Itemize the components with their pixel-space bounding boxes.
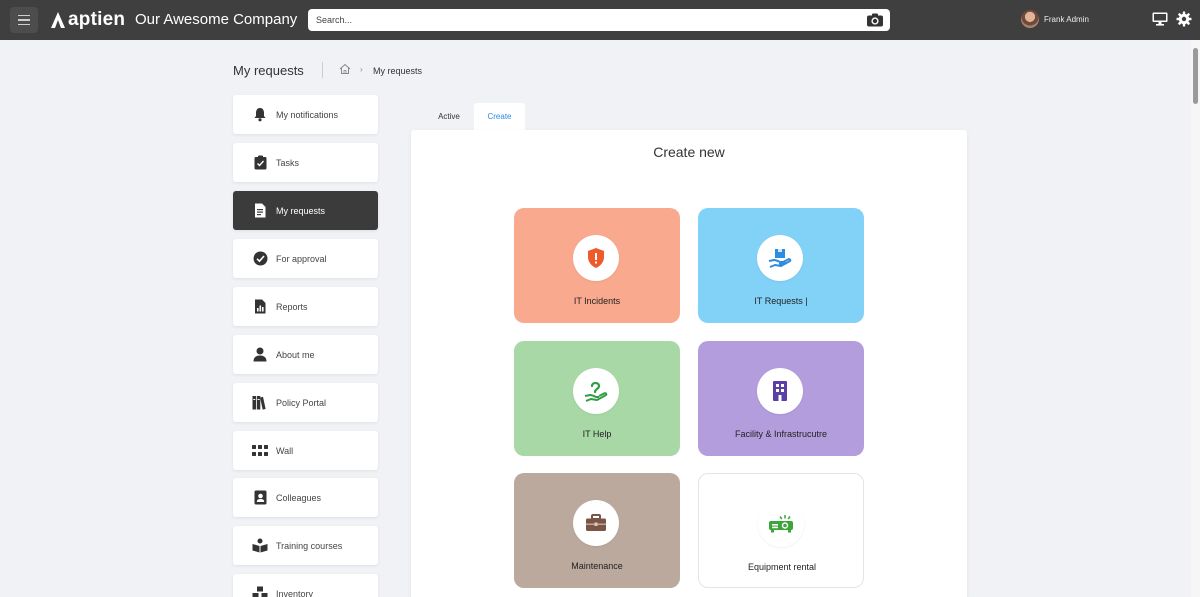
- projector-icon: [769, 515, 793, 533]
- search-input[interactable]: [308, 9, 848, 31]
- create-new-panel: Create new IT Incidents IT Requests | IT…: [411, 130, 967, 597]
- breadcrumb-separator: ›: [360, 65, 363, 74]
- page-scrollbar[interactable]: [1191, 40, 1200, 597]
- card-icon-circle: [757, 368, 803, 414]
- panel-title: Create new: [653, 144, 725, 160]
- clipboard-check-icon: [252, 155, 268, 171]
- card-label: IT Help: [582, 429, 612, 439]
- sidebar-item-inventory[interactable]: Inventory: [233, 574, 378, 597]
- card-label: Maintenance: [571, 561, 623, 571]
- logo-text: aptien: [68, 9, 126, 30]
- boxes-icon: [252, 586, 268, 597]
- books-icon: [252, 395, 268, 411]
- avatar: [1021, 10, 1039, 28]
- card-facility-infrastructure[interactable]: Facility & Infrastrucutre: [698, 341, 864, 456]
- sidebar-item-label: About me: [276, 349, 315, 360]
- sidebar-item-label: Training courses: [276, 540, 343, 551]
- scrollbar-thumb[interactable]: [1193, 48, 1198, 104]
- bell-icon: [252, 107, 268, 123]
- app-logo[interactable]: aptien: [50, 8, 125, 32]
- sidebar-item-label: My requests: [276, 205, 326, 216]
- company-name: Our Awesome Company: [135, 11, 298, 28]
- check-circle-icon: [252, 251, 268, 267]
- sidebar-item-label: For approval: [276, 253, 327, 264]
- sidebar-item-tasks[interactable]: Tasks: [233, 143, 378, 182]
- person-icon: [252, 347, 268, 363]
- hand-box-icon: [768, 249, 792, 268]
- monitor-icon[interactable]: [1152, 12, 1168, 26]
- report-icon: [252, 299, 268, 315]
- card-it-requests[interactable]: IT Requests |: [698, 208, 864, 323]
- user-name: Frank Admin: [1044, 14, 1089, 24]
- sidebar-item-policy-portal[interactable]: Policy Portal: [233, 383, 378, 422]
- grid-icon: [252, 443, 268, 459]
- document-icon: [252, 203, 268, 219]
- sidebar-item-label: Inventory: [276, 588, 314, 597]
- sidebar-item-about-me[interactable]: About me: [233, 335, 378, 374]
- sidebar-item-my-requests[interactable]: My requests: [233, 191, 378, 230]
- home-icon[interactable]: [339, 63, 351, 75]
- sidebar-item-label: Reports: [276, 301, 308, 312]
- card-icon-circle: [758, 501, 804, 547]
- card-label: Facility & Infrastrucutre: [734, 429, 828, 439]
- camera-icon[interactable]: [866, 11, 884, 29]
- top-bar: aptien Our Awesome Company Frank Admin: [0, 0, 1200, 40]
- sidebar-item-label: Tasks: [276, 157, 300, 168]
- card-icon-circle: [757, 235, 803, 281]
- shield-alert-icon: [588, 248, 604, 268]
- aptien-logo-icon: [51, 12, 65, 28]
- sidebar-item-label: Colleagues: [276, 492, 322, 503]
- hand-help-icon: [584, 381, 608, 402]
- card-it-incidents[interactable]: IT Incidents: [514, 208, 680, 323]
- sidebar-item-label: Wall: [276, 445, 294, 456]
- card-maintenance[interactable]: Maintenance: [514, 473, 680, 588]
- card-label: IT Requests |: [754, 296, 808, 306]
- breadcrumb-current: My requests: [373, 66, 423, 76]
- sidebar-item-label: Policy Portal: [276, 397, 327, 408]
- card-icon-circle: [573, 500, 619, 546]
- card-icon-circle: [573, 235, 619, 281]
- sidebar-item-my-notifications[interactable]: My notifications: [233, 95, 378, 134]
- toolbox-icon: [586, 514, 606, 531]
- title-divider: [322, 62, 323, 78]
- sidebar-item-training-courses[interactable]: Training courses: [233, 526, 378, 565]
- building-icon: [773, 381, 787, 401]
- card-it-help[interactable]: IT Help: [514, 341, 680, 456]
- hamburger-menu-button[interactable]: [10, 7, 38, 33]
- contact-card-icon: [252, 490, 268, 506]
- reading-icon: [252, 538, 268, 554]
- card-label: IT Incidents: [573, 296, 621, 306]
- tab-active[interactable]: Active: [426, 103, 472, 130]
- sidebar-item-for-approval[interactable]: For approval: [233, 239, 378, 278]
- sidebar-item-label: My notifications: [276, 109, 339, 120]
- page-title: My requests: [233, 63, 304, 78]
- gear-icon[interactable]: [1176, 11, 1192, 27]
- sidebar-item-colleagues[interactable]: Colleagues: [233, 478, 378, 517]
- search-bar[interactable]: [308, 9, 890, 31]
- user-menu[interactable]: Frank Admin: [1021, 10, 1089, 28]
- sidebar-item-wall[interactable]: Wall: [233, 431, 378, 470]
- card-label: Equipment rental: [747, 562, 817, 572]
- card-equipment-rental[interactable]: Equipment rental: [698, 473, 864, 588]
- card-icon-circle: [573, 368, 619, 414]
- sidebar-item-reports[interactable]: Reports: [233, 287, 378, 326]
- tab-create[interactable]: Create: [474, 103, 525, 130]
